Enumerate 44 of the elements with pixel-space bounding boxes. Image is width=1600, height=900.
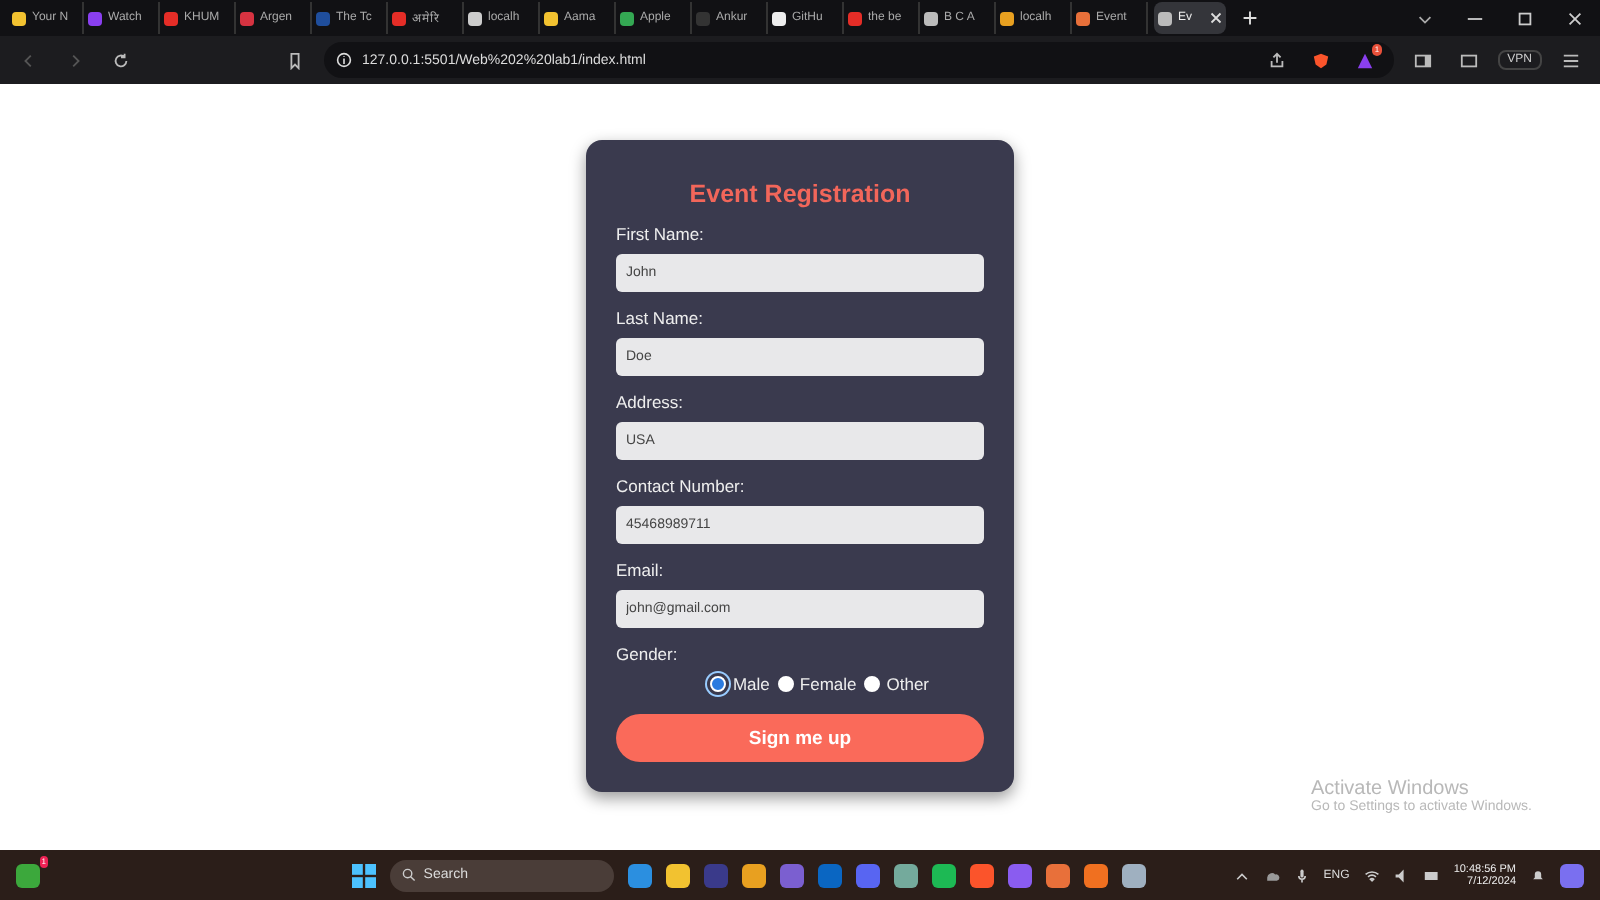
bell-icon[interactable] <box>1530 867 1546 883</box>
radio-button[interactable] <box>777 676 794 692</box>
windows-start-icon[interactable] <box>351 863 376 887</box>
form-title: Event Registration <box>687 180 913 208</box>
new-tab-icon[interactable] <box>1242 10 1258 26</box>
close-icon[interactable] <box>1210 12 1222 24</box>
radio-button[interactable] <box>710 676 727 692</box>
share-icon[interactable] <box>1267 51 1286 69</box>
field-label: Contact Number: <box>616 476 747 496</box>
reload-icon[interactable] <box>112 51 130 69</box>
field-label: Gender: <box>616 644 680 664</box>
field-label: Address: <box>616 392 686 412</box>
speaker-icon[interactable] <box>1393 867 1410 883</box>
sidebar-icon[interactable] <box>1413 51 1432 69</box>
radio-label: Female <box>799 674 857 694</box>
app-icon[interactable] <box>1121 863 1146 887</box>
app-icon[interactable] <box>931 863 956 887</box>
info-icon <box>336 52 352 68</box>
app-icon[interactable] <box>1083 863 1108 887</box>
field-label: First Name: <box>616 224 706 244</box>
field-label: Email: <box>616 560 666 580</box>
app-icon[interactable] <box>969 863 994 887</box>
battery-icon[interactable] <box>1423 867 1440 883</box>
menu-icon[interactable] <box>1562 51 1580 69</box>
app-icon[interactable] <box>1045 863 1070 887</box>
search-icon <box>401 868 416 882</box>
activation-title: Activate Windows <box>1311 778 1471 800</box>
triangle-icon[interactable] <box>1355 51 1374 69</box>
app-icon[interactable] <box>627 863 652 887</box>
radio-label: Other <box>886 674 930 694</box>
microphone-icon[interactable] <box>1293 867 1310 883</box>
app-icon[interactable] <box>665 863 690 887</box>
radio-button[interactable] <box>864 676 881 692</box>
maximize-icon[interactable] <box>1516 9 1534 27</box>
bookmark-icon[interactable] <box>286 51 304 69</box>
radio-label: Male <box>732 674 770 694</box>
app-icon[interactable] <box>893 863 918 887</box>
shield-icon[interactable] <box>1311 51 1330 69</box>
cloud-icon[interactable] <box>1263 867 1280 883</box>
close-icon[interactable] <box>1566 9 1584 27</box>
wifi-icon[interactable] <box>1363 867 1380 883</box>
widget-icon[interactable] <box>16 863 40 887</box>
field-label: Last Name: <box>616 308 705 328</box>
app-icon[interactable] <box>741 863 766 887</box>
